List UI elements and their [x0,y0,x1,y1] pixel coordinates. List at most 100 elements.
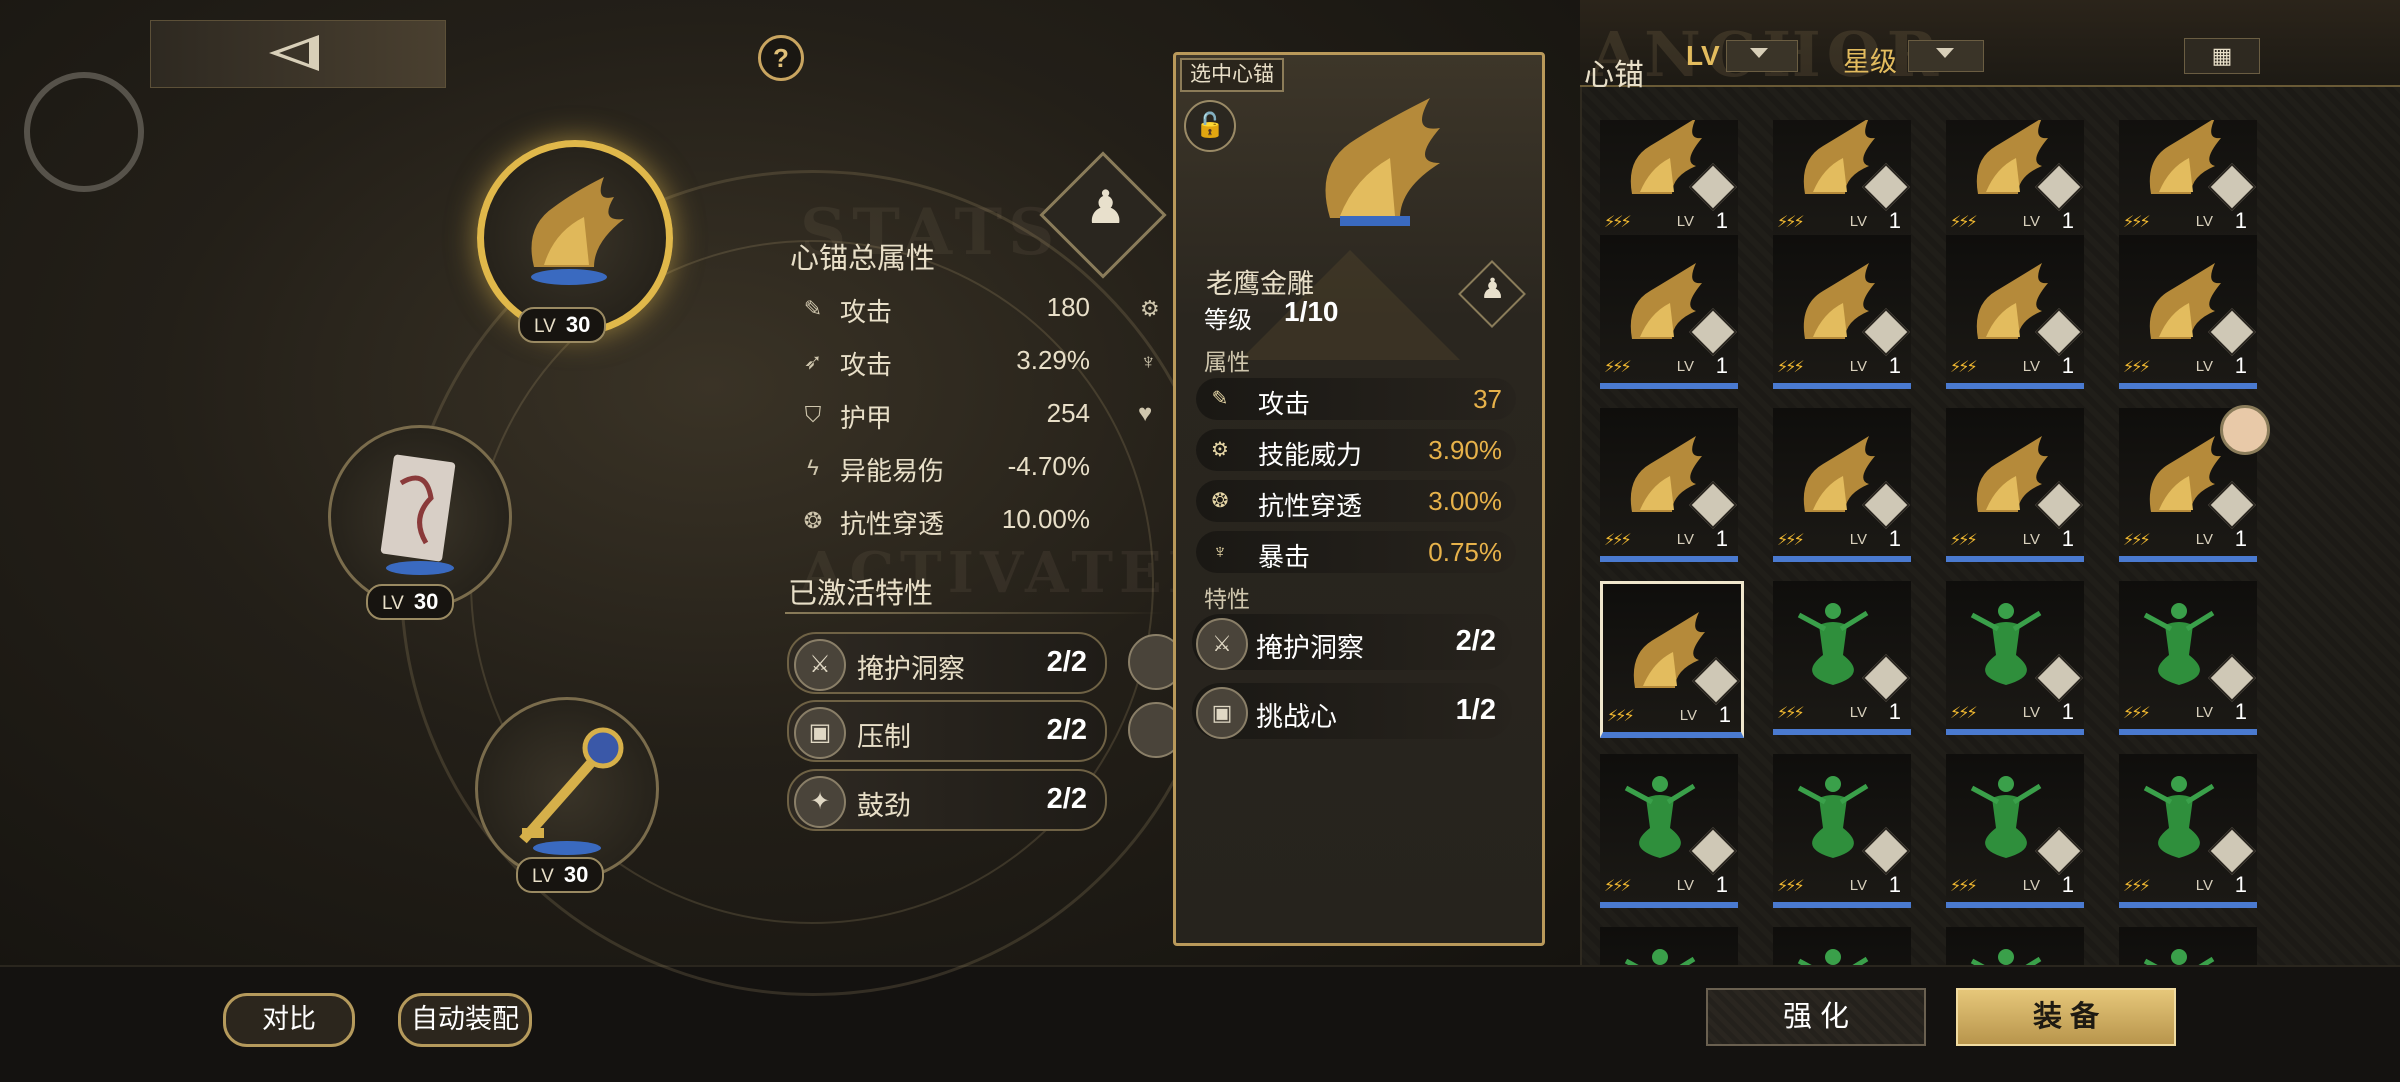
trait-count: 2/2 [1046,783,1087,815]
stat-value: 254 [1046,398,1090,428]
grid-view-button[interactable]: ▦ [2184,38,2260,74]
anchor-tile[interactable]: ⚡⚡⚡LV1 [1946,235,2084,389]
anchor-tile[interactable]: ⚡⚡⚡LV1 [1946,581,2084,735]
tile-lv-label: LV [1849,358,1867,375]
auto-equip-button[interactable]: 自动装配 [398,993,532,1047]
attr-row: ⚙ 技能威力 3.90% [1196,429,1516,471]
anchor-tile[interactable]: ⚡⚡⚡LV1 [1946,927,2084,965]
anchor-tile[interactable]: ⚡⚡⚡LV1 [1600,408,1738,562]
golden-eagle-icon [1803,263,1875,339]
back-button[interactable] [150,20,446,88]
lock-icon[interactable]: 🔓 [1184,100,1236,152]
tile-level: 1 [2234,208,2247,233]
star-icons: ⚡⚡⚡ [2123,359,2151,376]
lv-value: 30 [563,862,589,887]
anchor-tile[interactable]: ⚡⚡⚡LV1 [1600,120,1738,244]
green-dancer-icon [1970,603,2042,685]
equip-button[interactable]: 装 备 [1956,988,2176,1046]
stat-label: 攻击 [840,350,893,380]
anchor-tile[interactable]: ⚡⚡⚡LV1 [1773,927,1911,965]
attr-value: 3.90% [1428,435,1502,465]
anchor-tile[interactable]: ⚡⚡⚡LV1 [2119,120,2257,244]
trait-name: 掩护洞察 [857,654,965,684]
golden-eagle-icon [1633,612,1705,688]
star-icons: ⚡⚡⚡ [2123,878,2151,895]
star-icons: ⚡⚡⚡ [1607,708,1635,725]
anchor-tile[interactable]: ⚡⚡⚡LV1 [1946,754,2084,908]
green-dancer-icon [1797,949,1869,965]
tile-level: 1 [2061,872,2074,897]
anchor-tile[interactable]: ⚡⚡⚡LV1 [1773,581,1911,735]
star-icons: ⚡⚡⚡ [1604,214,1632,231]
detail-trait-item[interactable]: ⚔ 掩护洞察 2/2 [1192,614,1512,670]
sort-star-label: 星级 [1843,47,1897,77]
floating-circle-button[interactable] [24,72,144,192]
tile-level: 1 [2061,699,2074,724]
shield-icon: ⛉ [804,402,822,427]
bolt-icon: ϟ [807,455,819,480]
slot-3-key[interactable] [475,697,659,881]
star-icons: ⚡⚡⚡ [1950,359,1978,376]
stat-row: ➶ 攻击 3.29% [800,341,1090,385]
trait-item[interactable]: ▣ 压制 2/2 [787,700,1107,762]
skill-power-icon: ⚙ [1211,439,1229,461]
chevron-down-icon [1750,48,1768,58]
enhance-button[interactable]: 强 化 [1706,988,1926,1046]
attr-label: 技能威力 [1258,440,1363,470]
golden-eagle-icon [2149,120,2221,194]
cover-insight-icon: ⚔ [1196,618,1248,670]
anchor-tile[interactable]: ⚡⚡⚡LV1 [2119,927,2257,965]
attr-label: 暴击 [1258,542,1311,572]
detail-trait-item[interactable]: ▣ 挑战心 1/2 [1192,683,1512,739]
stat-label: 抗性穿透 [840,509,945,539]
anchor-tile[interactable]: ⚡⚡⚡LV1 [2119,754,2257,908]
trait-item[interactable]: ⚔ 掩护洞察 2/2 [787,632,1107,694]
anchor-tile[interactable]: ⚡⚡⚡LV1 [1946,408,2084,562]
traits-title: 已激活特性 [788,578,934,610]
tile-level: 1 [2234,699,2247,724]
anchor-tile[interactable]: ⚡⚡⚡LV1 [2119,235,2257,389]
tile-lv-label: LV [2195,358,2213,375]
compare-button[interactable]: 对比 [223,993,355,1047]
tile-level: 1 [2234,872,2247,897]
tile-level: 1 [2234,526,2247,551]
selected-tag: 选中心锚 [1180,58,1284,92]
anchor-tile[interactable]: ⚡⚡⚡LV1 [1773,754,1911,908]
tile-lv-label: LV [1679,707,1697,724]
anchor-tile[interactable]: ⚡⚡⚡LV1 [1600,754,1738,908]
help-button[interactable]: ? [758,35,804,81]
anchor-tile[interactable]: ⚡⚡⚡ LV 1 [1600,581,1744,738]
golden-eagle-icon [2149,436,2221,512]
inventory-grid: ⚡⚡⚡ LV 1 ⚡⚡⚡ LV 1 ⚡⚡⚡ LV 1 ⚡⚡⚡ LV 1 ⚡⚡⚡ LV 1 ⚡⚡⚡ LV 1 ⚡⚡⚡ L… [1600,120,2380,965]
back-arrow-cutout [279,42,309,64]
attr-value: 37 [1473,384,1502,414]
tile-lv-label: LV [2022,704,2040,721]
level-value: 1/10 [1284,296,1339,327]
stat-row: ϟ 异能易伤 -4.70% [800,447,1090,491]
tile-level: 1 [1715,208,1728,233]
star-icons: ⚡⚡⚡ [1950,214,1978,231]
anchor-tile[interactable]: ⚡⚡⚡LV1 [1773,120,1911,244]
star-icons: ⚡⚡⚡ [2123,532,2151,549]
star-icons: ⚡⚡⚡ [1777,214,1805,231]
swirl-icon: ❂ [803,508,823,533]
anchor-tile[interactable]: ⚡⚡⚡LV1 [1600,235,1738,389]
slot-2-card[interactable] [328,425,512,609]
trait-name: 压制 [857,722,911,752]
tile-level: 1 [1718,702,1731,727]
anchor-tile[interactable]: ⚡⚡⚡LV1 [2119,581,2257,735]
trait-item[interactable]: ✦ 鼓劲 2/2 [787,769,1107,831]
tile-lv-label: LV [1676,877,1694,894]
lv-label: LV [534,316,556,337]
tile-lv-label: LV [2022,213,2040,230]
stat-value: 180 [1046,292,1090,322]
anchor-tile[interactable]: ⚡⚡⚡LV1 [1600,927,1738,965]
star-icons: ⚡⚡⚡ [1950,532,1978,549]
anchor-tile[interactable]: ⚡⚡⚡LV1 [1773,408,1911,562]
heart-icon: ♥ [1138,400,1153,427]
anchor-tile[interactable]: ⚡⚡⚡LV1 [1946,120,2084,244]
golden-eagle-icon [1803,436,1875,512]
attr-label: 抗性穿透 [1258,491,1363,521]
trait-count: 2/2 [1046,646,1087,678]
anchor-tile[interactable]: ⚡⚡⚡LV1 [1773,235,1911,389]
